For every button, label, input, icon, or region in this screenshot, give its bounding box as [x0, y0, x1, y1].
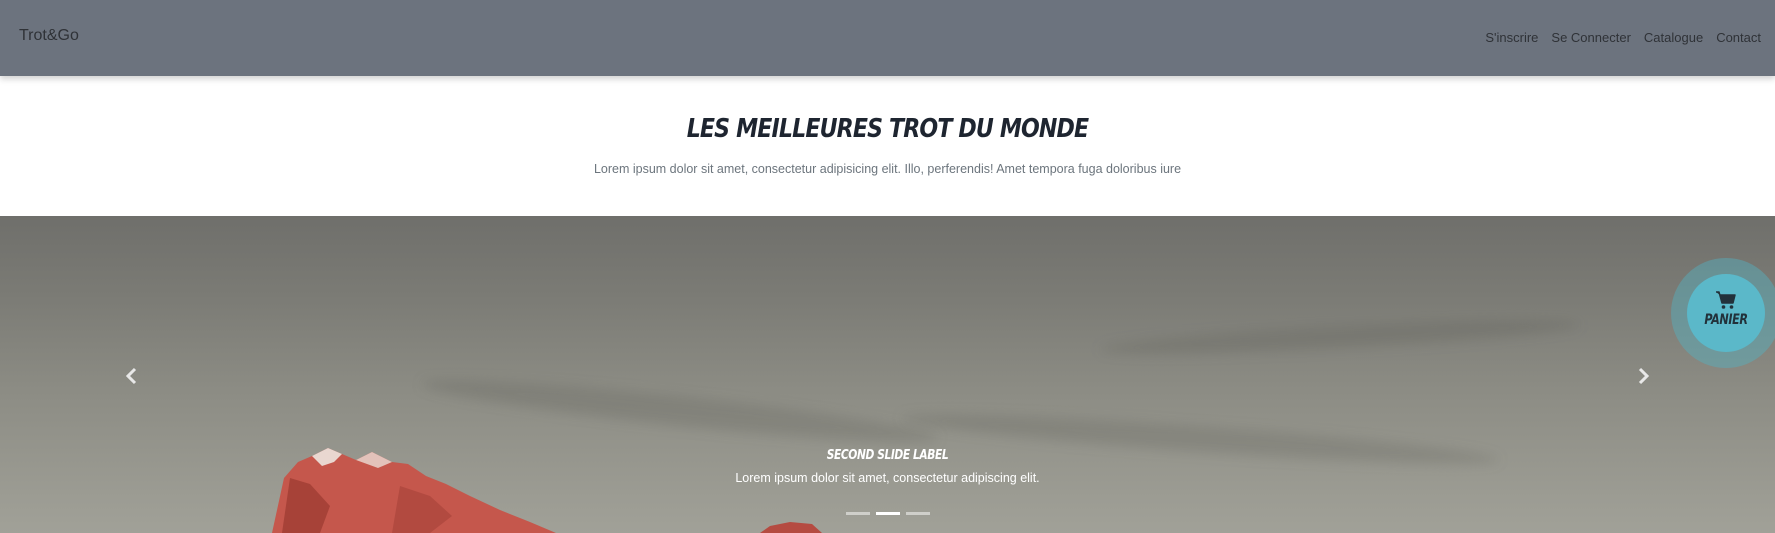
- slide-caption-text: Lorem ipsum dolor sit amet, consectetur …: [735, 471, 1040, 485]
- nav-link-contact[interactable]: Contact: [1716, 30, 1761, 45]
- hero-subtitle: Lorem ipsum dolor sit amet, consectetur …: [593, 162, 1182, 176]
- carousel-indicator-1[interactable]: [845, 512, 870, 515]
- cart-floating-button[interactable]: Panier: [1671, 258, 1775, 368]
- brand-logo-link[interactable]: Trot&Go: [19, 27, 79, 45]
- chevron-right-icon[interactable]: [1633, 366, 1653, 386]
- cart-label: Panier: [1704, 312, 1748, 328]
- nav-links: S'inscrire Se Connecter Catalogue Contac…: [1472, 30, 1761, 45]
- slide-caption: Second slide label Lorem ipsum dolor sit…: [0, 448, 1775, 485]
- shopping-cart-icon: [1716, 291, 1736, 309]
- slide-caption-title: Second slide label: [826, 448, 949, 463]
- top-navbar: Trot&Go S'inscrire Se Connecter Catalogu…: [0, 0, 1775, 76]
- chevron-left-icon[interactable]: [122, 366, 142, 386]
- carousel-indicator-3[interactable]: [905, 512, 930, 515]
- hero-section: Les meilleures trot du monde Lorem ipsum…: [0, 76, 1775, 216]
- nav-link-login[interactable]: Se Connecter: [1551, 30, 1631, 45]
- cart-button-circle[interactable]: Panier: [1687, 274, 1765, 352]
- hero-title: Les meilleures trot du monde: [686, 114, 1089, 144]
- image-carousel: Second slide label Lorem ipsum dolor sit…: [0, 216, 1775, 533]
- slide-mountain-image: [272, 448, 822, 533]
- nav-link-catalogue[interactable]: Catalogue: [1644, 30, 1703, 45]
- carousel-indicators: [0, 512, 1775, 515]
- carousel-indicator-2[interactable]: [875, 512, 900, 515]
- nav-link-signup[interactable]: S'inscrire: [1485, 30, 1538, 45]
